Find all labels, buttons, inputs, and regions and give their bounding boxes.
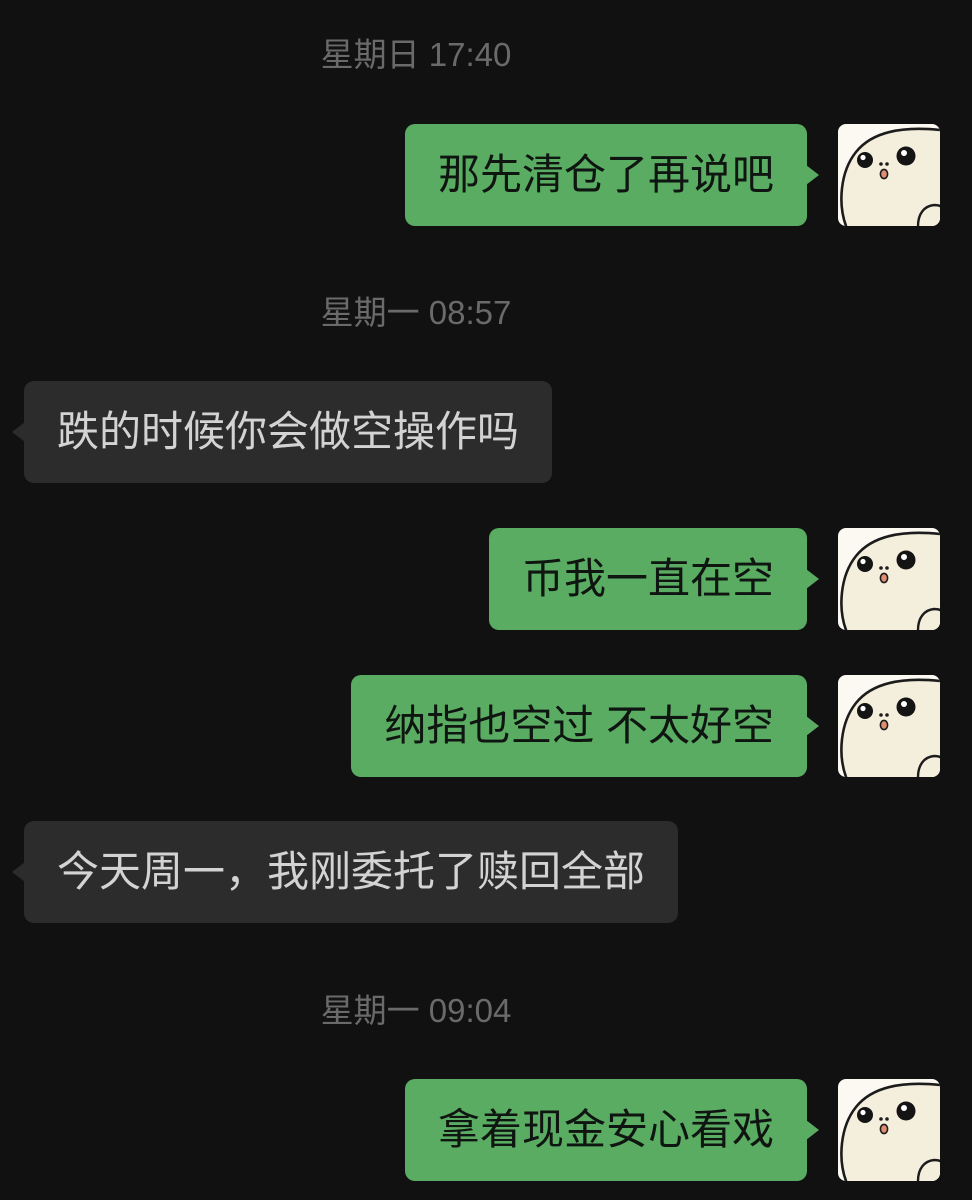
seal-avatar-icon [838, 528, 940, 630]
timestamp: 星期一 08:57 [320, 294, 512, 331]
sent-message-bubble[interactable]: 币我一直在空 [488, 528, 820, 630]
message-text: 币我一直在空 [521, 555, 774, 602]
received-message-bubble[interactable]: 今天周一，我刚委托了赎回全部 [11, 821, 679, 923]
self-avatar[interactable] [838, 528, 940, 630]
self-avatar[interactable] [838, 675, 940, 777]
received-message-row: 跌的时候你会做空操作吗 [0, 381, 972, 483]
chat-screen: 星期日 17:40 那先清仓了再说吧 星期一 08:57 跌的时候你会做空操作吗… [0, 0, 972, 1200]
message-text: 纳指也空过 不太好空 [384, 702, 774, 749]
sent-message-row: 纳指也空过 不太好空 [0, 675, 972, 777]
seal-avatar-icon [838, 124, 940, 226]
message-text: 那先清仓了再说吧 [437, 151, 774, 198]
seal-avatar-icon [838, 1079, 940, 1181]
self-avatar[interactable] [838, 124, 940, 226]
received-message-bubble[interactable]: 跌的时候你会做空操作吗 [11, 381, 553, 483]
message-text: 跌的时候你会做空操作吗 [57, 408, 520, 455]
timestamp: 星期一 09:04 [320, 992, 512, 1029]
received-message-row: 今天周一，我刚委托了赎回全部 [0, 821, 972, 923]
sent-message-bubble[interactable]: 纳指也空过 不太好空 [351, 675, 819, 777]
sent-message-row: 币我一直在空 [0, 528, 972, 630]
self-avatar[interactable] [838, 1079, 940, 1181]
sent-message-row: 拿着现金安心看戏 [0, 1079, 972, 1181]
message-text: 今天周一，我刚委托了赎回全部 [57, 848, 646, 895]
timestamp: 星期日 17:40 [320, 36, 512, 73]
sent-message-row: 那先清仓了再说吧 [0, 124, 972, 226]
sent-message-bubble[interactable]: 那先清仓了再说吧 [404, 124, 820, 226]
message-text: 拿着现金安心看戏 [437, 1106, 774, 1153]
sent-message-bubble[interactable]: 拿着现金安心看戏 [404, 1079, 820, 1181]
seal-avatar-icon [838, 675, 940, 777]
